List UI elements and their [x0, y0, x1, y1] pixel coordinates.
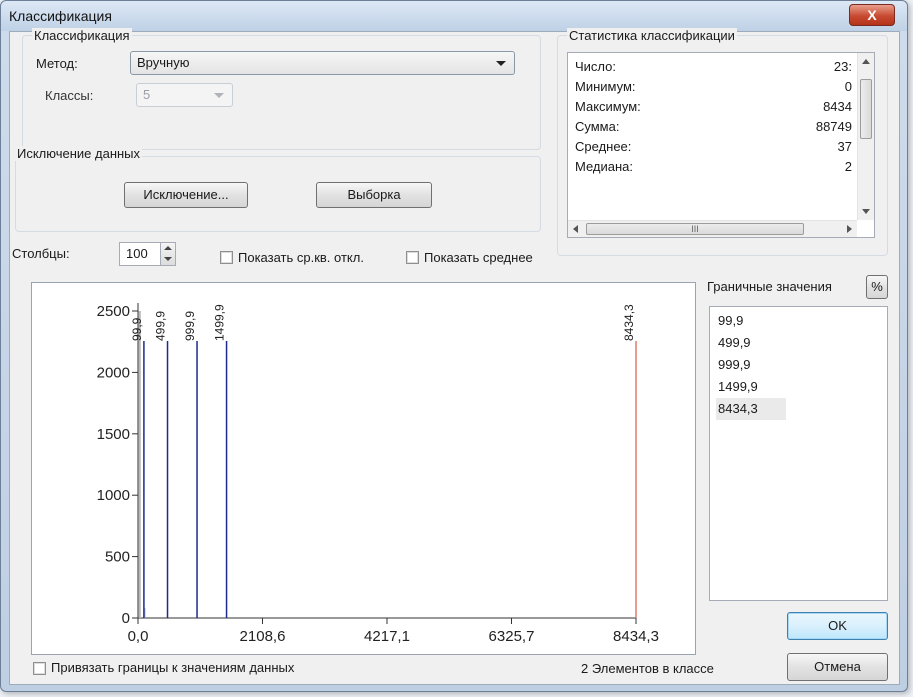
- stats-row-min: Минимум: 0: [575, 79, 856, 98]
- bounds-list[interactable]: 99,9 499,9 999,9 1499,9 8434,3: [709, 306, 888, 601]
- x-tick-label: 6325,7: [489, 628, 535, 645]
- x-tick-label: 2108,6: [240, 628, 286, 645]
- elements-in-class-text: 2 Элементов в классе: [581, 661, 714, 676]
- columns-label: Столбцы:: [12, 246, 70, 261]
- chevron-down-icon[interactable]: [164, 257, 172, 261]
- histogram-chart[interactable]: 0 500 1000 1500 2000 2500 0,0 2108,6 4217,1 6325,…: [31, 282, 696, 655]
- classes-label: Классы:: [45, 88, 94, 103]
- y-tick-label: 2000: [97, 364, 130, 381]
- stats-key: Максимум:: [575, 99, 641, 114]
- bounds-label: Граничные значения: [707, 279, 832, 294]
- stats-value: 8434: [823, 99, 852, 114]
- stats-row-median: Медиана: 2: [575, 159, 856, 178]
- x-tick-label: 0,0: [128, 628, 149, 645]
- stats-value: 0: [844, 79, 852, 94]
- class-break-label: 8434,3: [622, 304, 636, 341]
- classification-dialog: Классификация X Классификация Метод: Вру…: [0, 0, 908, 692]
- cancel-button[interactable]: Отмена: [787, 653, 888, 681]
- classification-group-label: Классификация: [32, 28, 132, 43]
- class-break-label: 499,9: [154, 311, 168, 341]
- classes-select-value: 5: [143, 87, 151, 102]
- histogram-svg[interactable]: 0 500 1000 1500 2000 2500 0,0 2108,6 4217,1 6325,…: [32, 283, 695, 654]
- stats-key: Число:: [575, 59, 616, 74]
- exclusion-button[interactable]: Исключение...: [124, 182, 248, 208]
- title-bar[interactable]: Классификация X: [1, 1, 907, 31]
- stats-row-max: Максимум: 8434: [575, 99, 856, 118]
- columns-stepper[interactable]: [160, 242, 176, 266]
- classes-select[interactable]: 5: [136, 83, 233, 107]
- close-button[interactable]: X: [849, 4, 895, 26]
- ok-button[interactable]: OK: [787, 612, 888, 640]
- show-std-checkbox[interactable]: [220, 251, 233, 264]
- class-break-label: 999,9: [183, 311, 197, 341]
- stats-key: Среднее:: [575, 139, 632, 154]
- x-tick-label: 4217,1: [364, 628, 410, 645]
- show-mean-checkbox[interactable]: [406, 251, 419, 264]
- chevron-up-icon[interactable]: [164, 246, 172, 250]
- stats-horizontal-scrollbar[interactable]: III: [568, 220, 857, 237]
- class-break-label: 99,9: [130, 317, 144, 341]
- chevron-down-icon: [496, 61, 506, 66]
- stats-value: 88749: [815, 119, 852, 134]
- sampling-button[interactable]: Выборка: [316, 182, 432, 208]
- bounds-item[interactable]: 99,9: [716, 310, 745, 332]
- y-tick-label: 0: [122, 610, 130, 627]
- exclusion-group: [15, 156, 541, 232]
- dialog-client-area: Классификация Метод: Вручную Классы: 5 И…: [9, 28, 900, 685]
- stats-hscroll-thumb[interactable]: III: [586, 223, 804, 235]
- method-label: Метод:: [36, 56, 78, 71]
- stats-value: 23:: [833, 59, 852, 74]
- snap-bounds-checkbox[interactable]: [33, 662, 46, 675]
- show-mean-label: Показать среднее: [424, 250, 533, 265]
- scroll-left-icon[interactable]: [573, 225, 578, 233]
- scroll-down-icon[interactable]: [862, 209, 870, 214]
- stats-value: 37: [837, 139, 852, 154]
- chevron-down-icon: [214, 93, 224, 98]
- bounds-item-selected[interactable]: 8434,3: [716, 398, 786, 420]
- stats-key: Сумма:: [575, 119, 620, 134]
- y-tick-label: 2500: [97, 303, 130, 320]
- stats-key: Минимум:: [575, 79, 636, 94]
- show-std-label: Показать ср.кв. откл.: [238, 250, 364, 265]
- class-break-label: 1499,9: [213, 304, 227, 341]
- y-tick-label: 1000: [97, 487, 130, 504]
- x-tick-label: 8434,3: [613, 628, 659, 645]
- bounds-item[interactable]: 499,9: [716, 332, 753, 354]
- stats-key: Медиана:: [575, 159, 634, 174]
- stats-value: 2: [844, 159, 852, 174]
- method-select-value: Вручную: [137, 55, 190, 70]
- snap-bounds-label: Привязать границы к значениям данных: [51, 660, 295, 675]
- stats-vscroll-thumb[interactable]: [860, 79, 872, 139]
- statistics-group-label: Статистика классификации: [567, 28, 737, 43]
- stats-vertical-scrollbar[interactable]: [857, 53, 874, 220]
- exclusion-group-label: Исключение данных: [15, 146, 143, 161]
- stats-row-sum: Сумма: 88749: [575, 119, 856, 138]
- stats-row-mean: Среднее: 37: [575, 139, 856, 158]
- percent-toggle-button[interactable]: %: [866, 275, 888, 299]
- scroll-up-icon[interactable]: [862, 59, 870, 64]
- y-tick-label: 1500: [97, 426, 130, 443]
- stats-row-count: Число: 23:: [575, 59, 856, 78]
- scroll-right-icon[interactable]: [847, 225, 852, 233]
- bounds-item[interactable]: 999,9: [716, 354, 753, 376]
- bounds-item[interactable]: 1499,9: [716, 376, 760, 398]
- method-select[interactable]: Вручную: [130, 51, 515, 75]
- columns-input[interactable]: 100: [119, 242, 161, 266]
- window-title: Классификация: [9, 8, 112, 24]
- y-tick-label: 500: [105, 549, 130, 566]
- statistics-list[interactable]: Число: 23: Минимум: 0 Максимум: 8434 Сум…: [567, 52, 875, 238]
